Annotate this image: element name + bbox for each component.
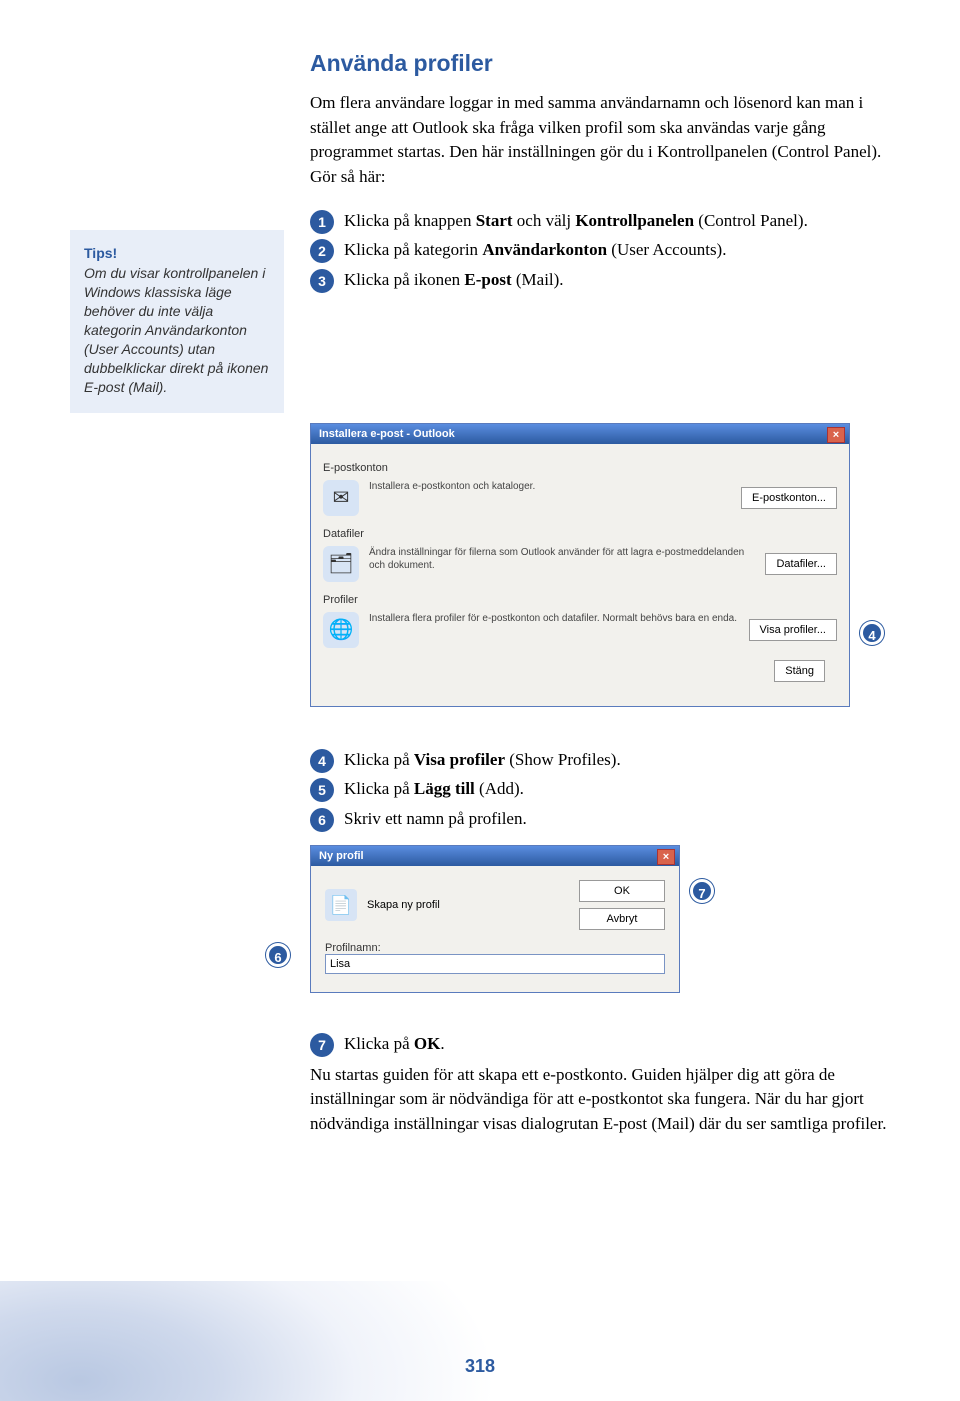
step-6: 6 Skriv ett namn på profilen. bbox=[310, 806, 890, 832]
step-number: 6 bbox=[310, 808, 334, 832]
folder-icon: 🗂 bbox=[323, 546, 359, 582]
callout-badge: 6 bbox=[266, 943, 290, 967]
step-number: 7 bbox=[310, 1033, 334, 1057]
close-icon[interactable]: × bbox=[827, 427, 845, 443]
new-profile-dialog: Ny profil × 📄 Skapa ny profil OK Avbryt … bbox=[310, 845, 680, 993]
envelope-icon: ✉ bbox=[323, 480, 359, 516]
close-icon[interactable]: × bbox=[657, 849, 675, 865]
page-footer: 318 bbox=[0, 1281, 960, 1401]
tip-box: Tips! Om du visar kontrollpanelen i Wind… bbox=[70, 230, 284, 413]
dialog-title-text: Installera e-post - Outlook bbox=[319, 428, 455, 440]
section-label: E-postkonton bbox=[323, 462, 837, 474]
step-3: 3 Klicka på ikonen E-post (Mail). bbox=[310, 267, 890, 293]
mail-setup-dialog: Installera e-post - Outlook × E-postkont… bbox=[310, 423, 850, 707]
data-files-button[interactable]: Datafiler... bbox=[765, 553, 837, 575]
callout-badge: 4 bbox=[860, 621, 884, 645]
step-number: 4 bbox=[310, 749, 334, 773]
globe-icon: 🌐 bbox=[323, 612, 359, 648]
step-4: 4 Klicka på Visa profiler (Show Profiles… bbox=[310, 747, 890, 773]
page-number: 318 bbox=[465, 1356, 495, 1377]
cancel-button[interactable]: Avbryt bbox=[579, 908, 665, 930]
dialog-titlebar: Installera e-post - Outlook × bbox=[311, 424, 849, 444]
intro-paragraph: Om flera användare loggar in med samma a… bbox=[310, 91, 890, 190]
close-button[interactable]: Stäng bbox=[774, 660, 825, 682]
final-paragraph: Nu startas guiden för att skapa ett e-po… bbox=[310, 1063, 890, 1137]
email-accounts-button[interactable]: E-postkonton... bbox=[741, 487, 837, 509]
step-7: 7 Klicka på OK. bbox=[310, 1031, 890, 1057]
section-label: Profiler bbox=[323, 594, 837, 606]
profiles-row: 🌐 Installera flera profiler för e-postko… bbox=[323, 612, 837, 648]
step-number: 3 bbox=[310, 269, 334, 293]
step-number: 2 bbox=[310, 239, 334, 263]
row-text: Installera e-postkonton och kataloger. bbox=[369, 480, 731, 494]
section-label: Datafiler bbox=[323, 528, 837, 540]
step-number: 5 bbox=[310, 778, 334, 802]
dialog-title-text: Ny profil bbox=[319, 850, 364, 862]
row-text: Installera flera profiler för e-postkont… bbox=[369, 612, 739, 626]
profile-icon: 📄 bbox=[325, 889, 357, 921]
tip-body: Om du visar kontrollpanelen i Windows kl… bbox=[84, 265, 268, 394]
section-heading: Använda profiler bbox=[310, 50, 890, 77]
profile-name-label: Profilnamn: bbox=[325, 942, 665, 954]
email-accounts-row: ✉ Installera e-postkonton och kataloger.… bbox=[323, 480, 837, 516]
step-5: 5 Klicka på Lägg till (Add). bbox=[310, 776, 890, 802]
show-profiles-button[interactable]: Visa profiler... bbox=[749, 619, 837, 641]
tip-title: Tips! bbox=[84, 244, 270, 263]
step-1: 1 Klicka på knappen Start och välj Kontr… bbox=[310, 208, 890, 234]
data-files-row: 🗂 Ändra inställningar för filerna som Ou… bbox=[323, 546, 837, 582]
step-number: 1 bbox=[310, 210, 334, 234]
ok-button[interactable]: OK bbox=[579, 880, 665, 902]
row-text: Ändra inställningar för filerna som Outl… bbox=[369, 546, 755, 573]
callout-badge: 7 bbox=[690, 879, 714, 903]
dialog-titlebar: Ny profil × bbox=[311, 846, 679, 866]
new-profile-prompt: Skapa ny profil bbox=[367, 899, 440, 911]
step-2: 2 Klicka på kategorin Användarkonton (Us… bbox=[310, 237, 890, 263]
profile-name-input[interactable] bbox=[325, 954, 665, 974]
